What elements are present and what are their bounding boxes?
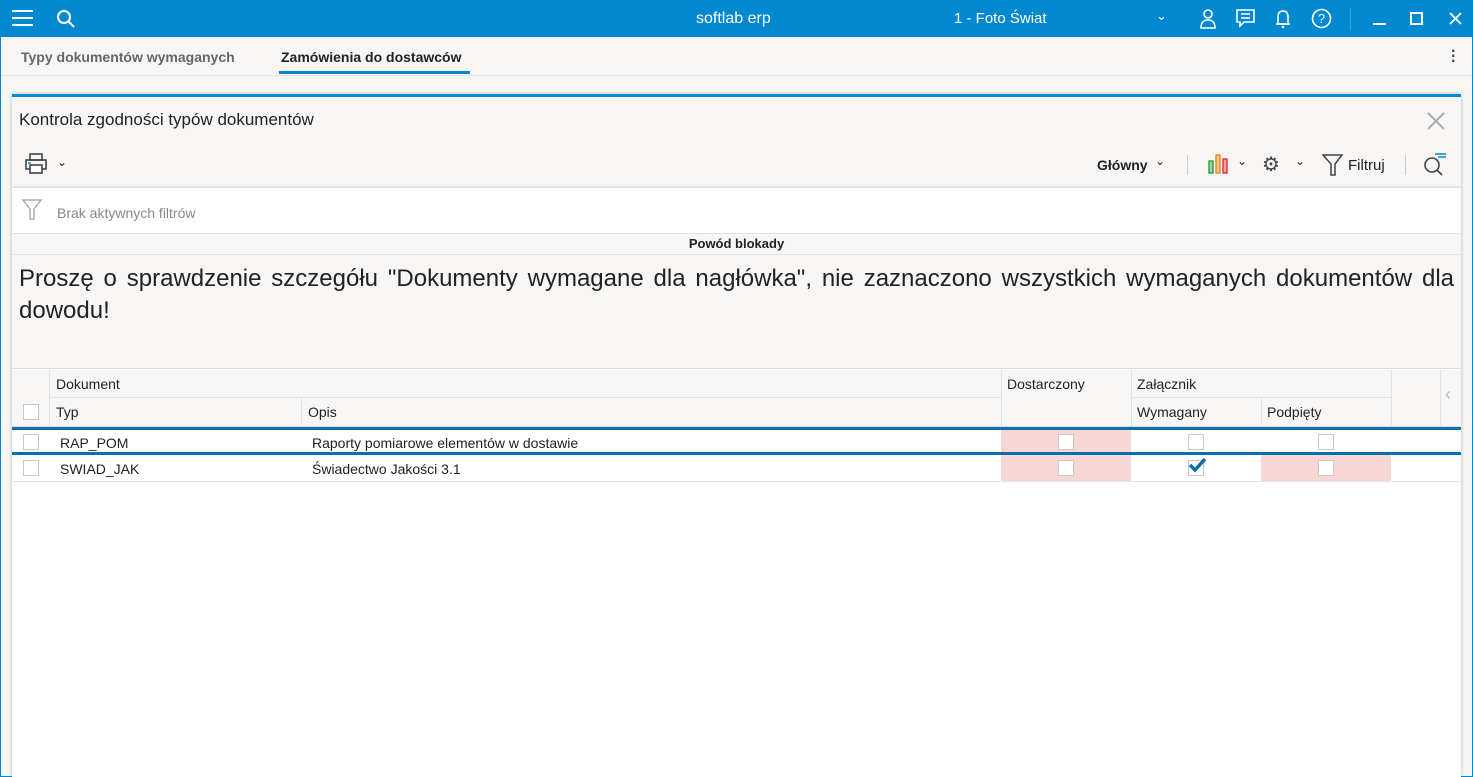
checkmark-icon: [1188, 457, 1206, 473]
chat-icon[interactable]: [1235, 8, 1257, 28]
chevron-down-icon: ⌄: [1155, 154, 1166, 168]
filter-icon[interactable]: [1322, 153, 1344, 177]
more-options-icon[interactable]: · · ·: [1451, 44, 1456, 70]
tab-supplier-orders[interactable]: Zamówienia do dostawców: [281, 49, 461, 65]
attached-checkbox[interactable]: [1318, 434, 1334, 450]
group-header-document: Dokument: [56, 376, 120, 392]
cell-delivered: [1001, 455, 1131, 481]
required-checkbox[interactable]: [1188, 457, 1206, 476]
row-checkbox[interactable]: [23, 460, 39, 476]
user-icon[interactable]: [1199, 8, 1217, 30]
column-header-required[interactable]: Wymagany: [1137, 404, 1207, 420]
attached-checkbox[interactable]: [1318, 460, 1334, 476]
cell-opis: Raporty pomiarowe elementów w dostawie: [312, 435, 579, 451]
company-selector[interactable]: 1 - Foto Świat: [954, 10, 1047, 27]
delivered-checkbox[interactable]: [1058, 434, 1074, 450]
panel-title: Kontrola zgodności typów dokumentów: [19, 110, 314, 129]
menu-icon[interactable]: [12, 10, 33, 26]
title-bar: softlab erp 1 - Foto Świat ⌄ ?: [0, 0, 1473, 37]
help-icon[interactable]: ?: [1311, 8, 1332, 29]
close-panel-icon[interactable]: [1427, 112, 1445, 130]
filter-button[interactable]: Filtruj: [1348, 157, 1385, 174]
view-selector[interactable]: Główny: [1097, 157, 1148, 173]
row-checkbox[interactable]: [23, 434, 39, 450]
group-header-attachment: Załącznik: [1137, 376, 1197, 392]
document-compliance-panel: Kontrola zgodności typów dokumentów ⌄ Gł…: [12, 94, 1461, 777]
chart-dropdown-icon[interactable]: ⌄: [1237, 154, 1247, 168]
panel-header: Kontrola zgodności typów dokumentów ⌄ Gł…: [12, 97, 1461, 188]
cell-typ: SWIAD_JAK: [60, 461, 140, 477]
required-checkbox[interactable]: [1188, 434, 1204, 450]
cell-attached: [1261, 455, 1391, 481]
column-header-typ[interactable]: Typ: [56, 404, 79, 420]
minimize-icon[interactable]: [1373, 23, 1386, 25]
table-row[interactable]: SWIAD_JAK Świadectwo Jakości 3.1: [12, 455, 1461, 482]
column-header-attached[interactable]: Podpięty: [1267, 404, 1321, 420]
settings-dropdown-icon[interactable]: ⌄: [1295, 154, 1305, 168]
print-dropdown-icon[interactable]: ⌄: [57, 155, 67, 169]
collapse-panel-icon[interactable]: ‹: [1445, 384, 1451, 405]
grid-header: Dokument Typ Opis Dostarczony Załącznik …: [12, 370, 1461, 427]
delivered-checkbox[interactable]: [1058, 460, 1074, 476]
search-list-icon[interactable]: [1422, 151, 1448, 177]
bell-icon[interactable]: [1274, 8, 1292, 30]
cell-opis: Świadectwo Jakości 3.1: [312, 461, 461, 477]
maximize-icon[interactable]: [1410, 12, 1423, 25]
cell-typ: RAP_POM: [60, 435, 129, 451]
active-tab-indicator: [279, 71, 470, 74]
active-filters-status: Brak aktywnych filtrów: [57, 205, 196, 221]
column-header-delivered[interactable]: Dostarczony: [1007, 376, 1085, 392]
search-icon[interactable]: [56, 9, 76, 29]
tab-required-document-types[interactable]: Typy dokumentów wymaganych: [21, 49, 235, 65]
app-name: softlab erp: [696, 10, 771, 27]
chart-icon[interactable]: [1207, 153, 1231, 175]
column-header-opis[interactable]: Opis: [308, 404, 337, 420]
close-window-icon[interactable]: [1449, 12, 1462, 25]
settings-icon[interactable]: ⚙: [1262, 152, 1280, 177]
chevron-down-icon[interactable]: ⌄: [1156, 8, 1167, 24]
svg-text:?: ?: [1318, 11, 1325, 26]
select-all-checkbox[interactable]: [23, 404, 39, 420]
filter-icon: [22, 199, 42, 220]
print-icon[interactable]: [24, 152, 48, 176]
block-reason-message: Proszę o sprawdzenie szczegółu "Dokument…: [12, 254, 1461, 369]
block-reason-header: Powód blokady: [12, 234, 1461, 254]
